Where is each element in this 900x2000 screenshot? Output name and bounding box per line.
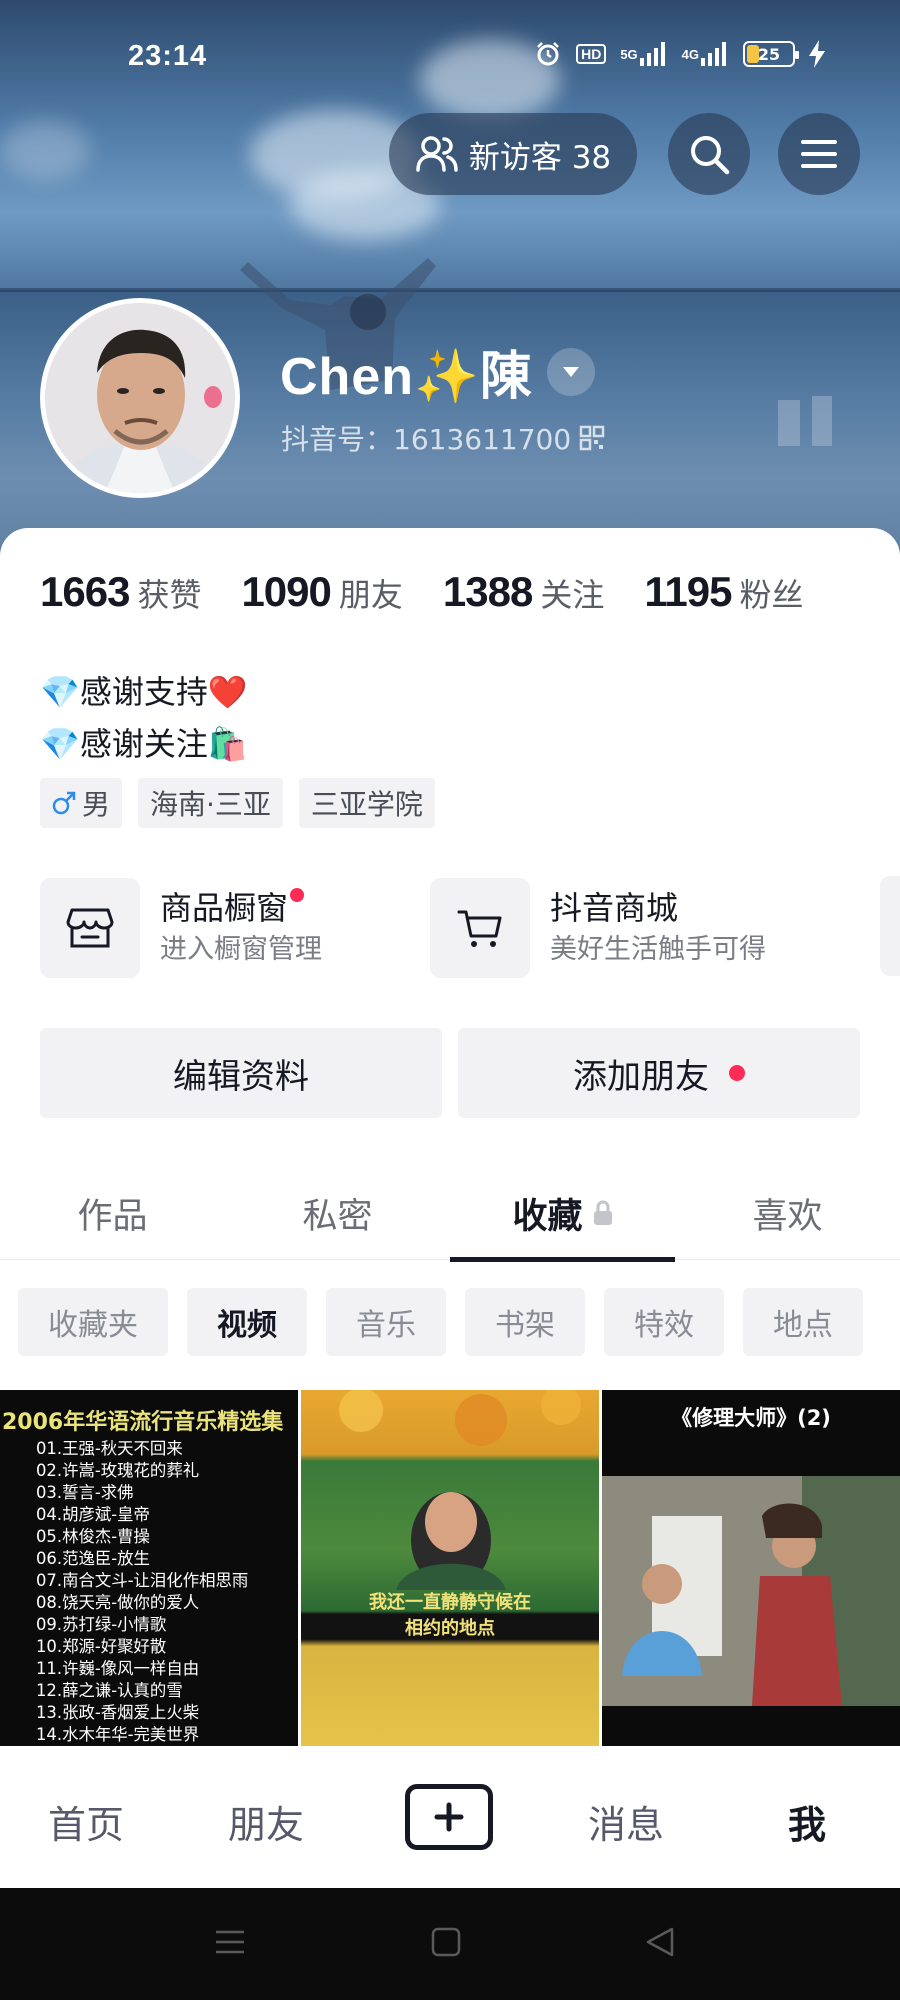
edit-profile-button[interactable]: 编辑资料 [40,1028,442,1118]
visitors-icon [416,136,458,172]
tab-works[interactable]: 作品 [0,1166,225,1260]
nav-messages[interactable]: 消息 [588,1794,664,1849]
chip-collections[interactable]: 收藏夹 [18,1288,168,1356]
content-tabs: 作品 私密 收藏 喜欢 [0,1166,900,1262]
stat-following[interactable]: 1388 关注 [443,568,604,616]
hd-icon: HD [576,40,607,68]
chip-music[interactable]: 音乐 [326,1288,446,1356]
shop-window-icon-box [40,878,140,978]
new-visitor-button[interactable]: 新访客 38 [389,113,637,195]
male-icon [52,791,76,815]
notification-dot [729,1065,745,1081]
douyin-mall-entry[interactable]: 抖音商城 美好生活触手可得 [430,876,766,980]
search-icon [691,136,730,175]
status-icons: HD 5G 4G 25 [534,40,825,68]
nav-home[interactable]: 首页 [48,1794,124,1849]
qr-code-icon[interactable] [579,425,605,451]
video-thumbnail[interactable]: 2006年华语流行音乐精选集 01.王强-秋天不回来 02.许嵩-玫瑰花的葬礼 … [0,1390,298,1746]
account-switch-button[interactable] [546,347,595,396]
video-title: 2006年华语流行音乐精选集 [2,1410,284,1435]
douyin-id-text: 抖音号：1613611700 [281,423,572,456]
mall-icon-box [430,878,530,978]
bio-line: 💎感谢支持❤️ [40,673,248,711]
shop-entries: 商品橱窗 进入橱窗管理 抖音商城 美好生活触手可得 [40,876,900,980]
profile-tags: 男 海南·三亚 三亚学院 [40,778,435,828]
avatar[interactable] [40,298,240,498]
bottom-nav: 首页 朋友 消息 我 [0,1746,900,1888]
video-caption: 我还一直静静守候在 相约的地点 [369,1592,531,1639]
song-list: 01.王强-秋天不回来 02.许嵩-玫瑰花的葬礼 03.誓言-求佛 04.胡彦斌… [36,1439,249,1744]
bio: 💎感谢支持❤️ 💎感谢关注🛍️ [40,666,248,770]
status-time: 23:14 [128,40,208,72]
video-frame-art [339,1390,581,1590]
create-post-button[interactable] [405,1784,493,1850]
stat-likes[interactable]: 1663 获赞 [40,568,201,616]
menu-button[interactable] [778,113,860,195]
gender-tag: 男 [40,778,123,828]
shop-window-title: 商品橱窗 [160,886,305,930]
signal-4g-icon: 4G [682,40,729,68]
school-tag: 三亚学院 [298,778,435,828]
recents-icon[interactable] [214,1926,246,1958]
chip-bookshelf[interactable]: 书架 [465,1288,585,1356]
avatar-photo [45,303,235,493]
next-entry-peek[interactable] [880,876,900,976]
video-frame-art [602,1476,900,1746]
chip-places[interactable]: 地点 [743,1288,863,1356]
video-thumbnail[interactable]: 我还一直静静守候在 相约的地点 [301,1390,599,1746]
lock-icon [593,1200,612,1225]
profile-actions: 编辑资料 添加朋友 [40,1028,860,1118]
add-friend-button[interactable]: 添加朋友 [458,1028,860,1118]
chip-effects[interactable]: 特效 [604,1288,724,1356]
mall-title: 抖音商城 [550,889,679,927]
bio-line: 💎感谢关注🛍️ [40,725,248,763]
shopping-cart-icon [457,910,502,947]
stats-row: 1663 获赞 1090 朋友 1388 关注 1195 粉丝 [40,568,844,616]
tab-favorites[interactable]: 收藏 [450,1166,675,1262]
stat-friends[interactable]: 1090 朋友 [241,568,402,616]
nav-friends[interactable]: 朋友 [228,1794,304,1849]
nav-me[interactable]: 我 [788,1794,826,1849]
system-nav-bar [0,1888,900,2000]
stat-followers[interactable]: 1195 粉丝 [644,568,803,616]
favorite-filter-chips: 收藏夹 视频 音乐 书架 特效 地点 [18,1288,863,1356]
battery-icon: 25 [743,41,799,67]
video-title: 《修理大师》(2) [671,1406,831,1430]
plus-icon [434,1802,464,1832]
back-icon[interactable] [644,1926,676,1958]
menu-icon [801,140,837,168]
visitor-label: 新访客 38 [468,139,612,176]
home-icon[interactable] [430,1926,462,1958]
nickname: Chen✨陳 [280,348,533,406]
status-bar: 23:14 HD 5G 4G 25 [0,0,900,110]
tab-private[interactable]: 私密 [225,1166,450,1260]
alarm-icon [537,42,559,66]
location-tag: 海南·三亚 [138,778,283,828]
storefront-icon [66,908,114,948]
charging-icon [809,40,825,68]
douyin-id[interactable]: 抖音号：1613611700 [281,418,605,458]
product-window-entry[interactable]: 商品橱窗 进入橱窗管理 [40,876,322,980]
search-button[interactable] [668,113,750,195]
caret-down-icon [562,366,579,377]
shop-window-subtitle: 进入橱窗管理 [160,934,322,965]
signal-5g-icon: 5G [620,40,667,68]
tab-likes[interactable]: 喜欢 [675,1166,900,1260]
chip-videos[interactable]: 视频 [187,1288,307,1356]
video-thumbnail[interactable]: 《修理大师》(2) [602,1390,900,1746]
notification-dot [290,888,305,902]
mall-subtitle: 美好生活触手可得 [550,934,766,965]
video-grid: 2006年华语流行音乐精选集 01.王强-秋天不回来 02.许嵩-玫瑰花的葬礼 … [0,1390,900,1746]
nickname-row[interactable]: Chen✨陳 [280,334,595,409]
